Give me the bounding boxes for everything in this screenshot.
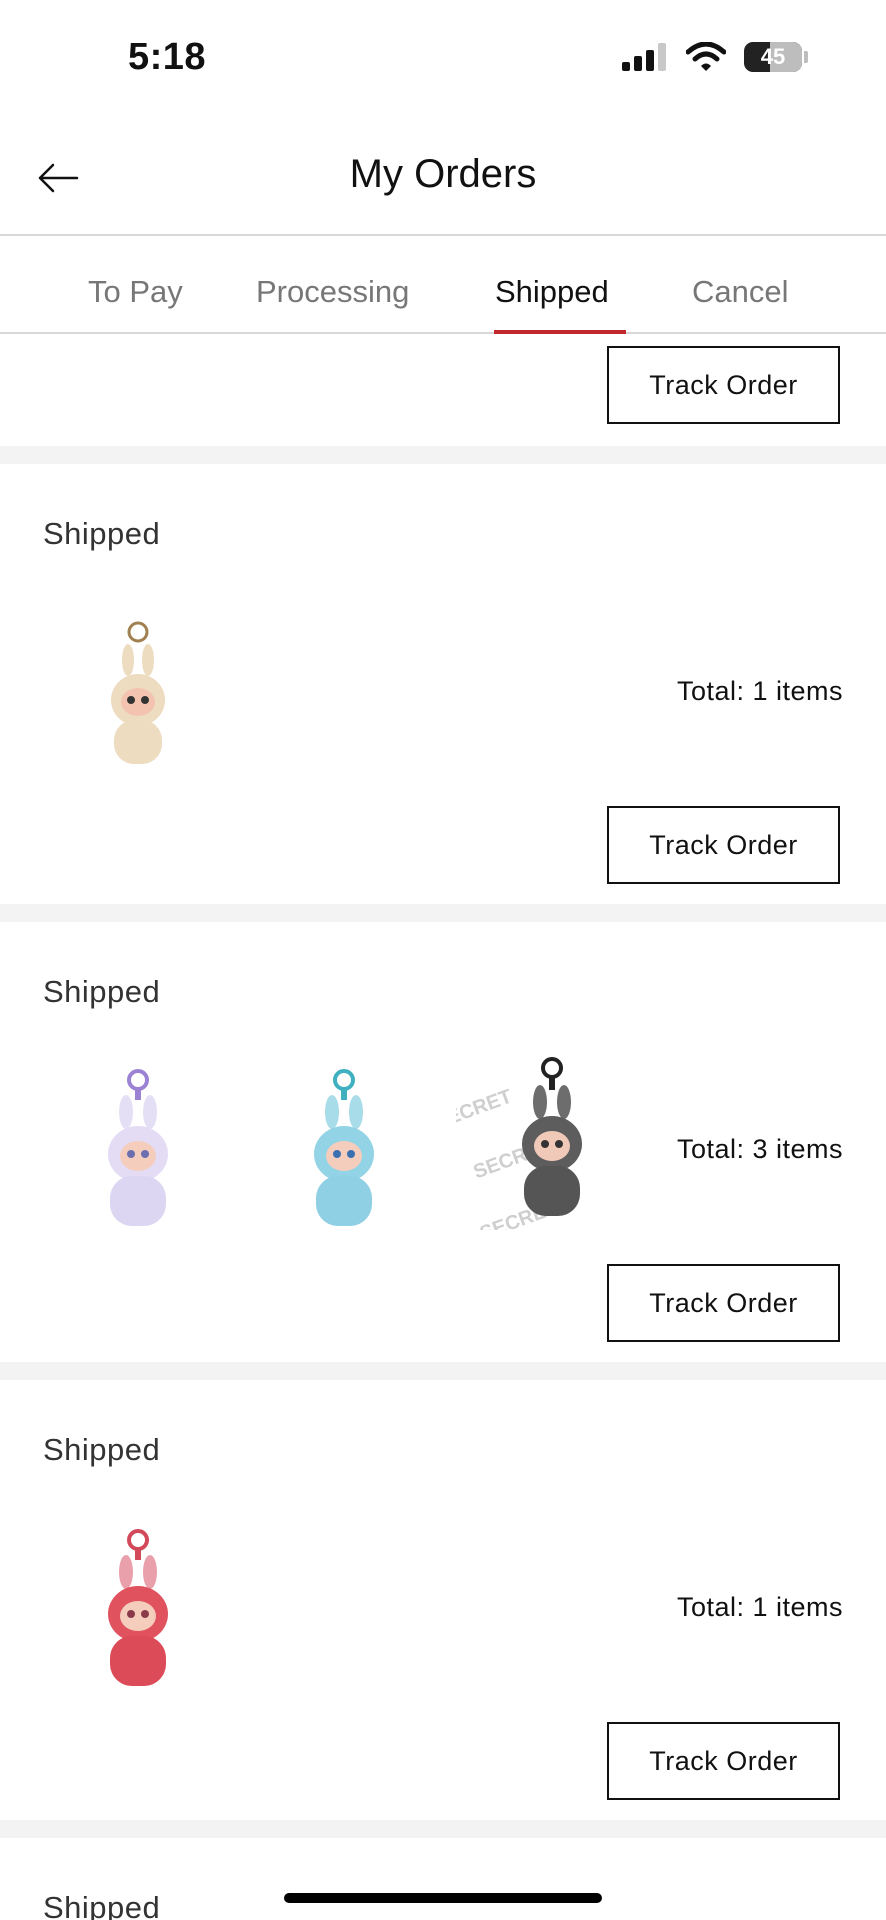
tab-to-pay[interactable]: To Pay <box>88 274 183 310</box>
header: My Orders <box>0 120 886 236</box>
tab-shipped[interactable]: Shipped <box>495 274 609 310</box>
wifi-icon <box>686 42 726 71</box>
track-order-button[interactable]: Track Order <box>607 806 840 884</box>
order-card: Shipped Total: 1 items Track Order <box>0 1380 886 1820</box>
order-status: Shipped <box>43 1432 161 1467</box>
track-order-button[interactable]: Track Order <box>607 1264 840 1342</box>
status-time: 5:18 <box>128 36 207 78</box>
page-title: My Orders <box>349 152 537 196</box>
card-separator <box>0 1820 886 1838</box>
track-order-button[interactable]: Track Order <box>607 346 840 424</box>
order-card: Shipped SECRET SECRET SECRET Total: 3 it… <box>0 922 886 1362</box>
blue-labubu-keychain-image <box>314 1069 374 1226</box>
order-card: Shipped Total: 1 items Track Order <box>0 464 886 904</box>
card-separator <box>0 904 886 922</box>
battery-icon: 45 <box>744 42 808 72</box>
product-thumbnail[interactable] <box>96 1068 180 1235</box>
tab-cancel[interactable]: Cancel <box>692 274 789 310</box>
status-icons: 45 <box>622 42 808 72</box>
order-status: Shipped <box>43 974 161 1009</box>
card-separator <box>0 1362 886 1380</box>
signal-icon <box>622 43 666 71</box>
order-card: Track Order <box>0 334 886 446</box>
grey-secret-labubu-keychain-image: SECRET SECRET SECRET <box>431 1057 582 1245</box>
red-labubu-keychain-image <box>108 1529 168 1686</box>
product-thumbnail[interactable] <box>302 1068 386 1235</box>
status-bar: 5:18 45 <box>0 0 886 120</box>
order-tabs: To Pay Processing Shipped Cancel <box>0 236 886 334</box>
order-total: Total: 3 items <box>676 1134 843 1164</box>
home-indicator[interactable] <box>284 1893 602 1903</box>
card-separator <box>0 446 886 464</box>
order-status: Shipped <box>43 516 161 551</box>
order-status: Shipped <box>43 1890 161 1920</box>
secret-watermark: SECRET <box>456 1085 515 1133</box>
lavender-labubu-keychain-image <box>108 1069 168 1226</box>
product-thumbnail[interactable]: SECRET SECRET SECRET <box>431 1048 604 1245</box>
tab-processing[interactable]: Processing <box>256 274 409 310</box>
order-card: Shipped <box>0 1838 886 1920</box>
product-thumbnail[interactable] <box>96 1528 180 1695</box>
order-total: Total: 1 items <box>676 1592 843 1622</box>
order-total: Total: 1 items <box>676 676 843 706</box>
beige-labubu-keychain-image <box>111 621 165 764</box>
battery-level: 45 <box>760 44 786 69</box>
product-thumbnail[interactable] <box>98 620 178 775</box>
track-order-button[interactable]: Track Order <box>607 1722 840 1800</box>
